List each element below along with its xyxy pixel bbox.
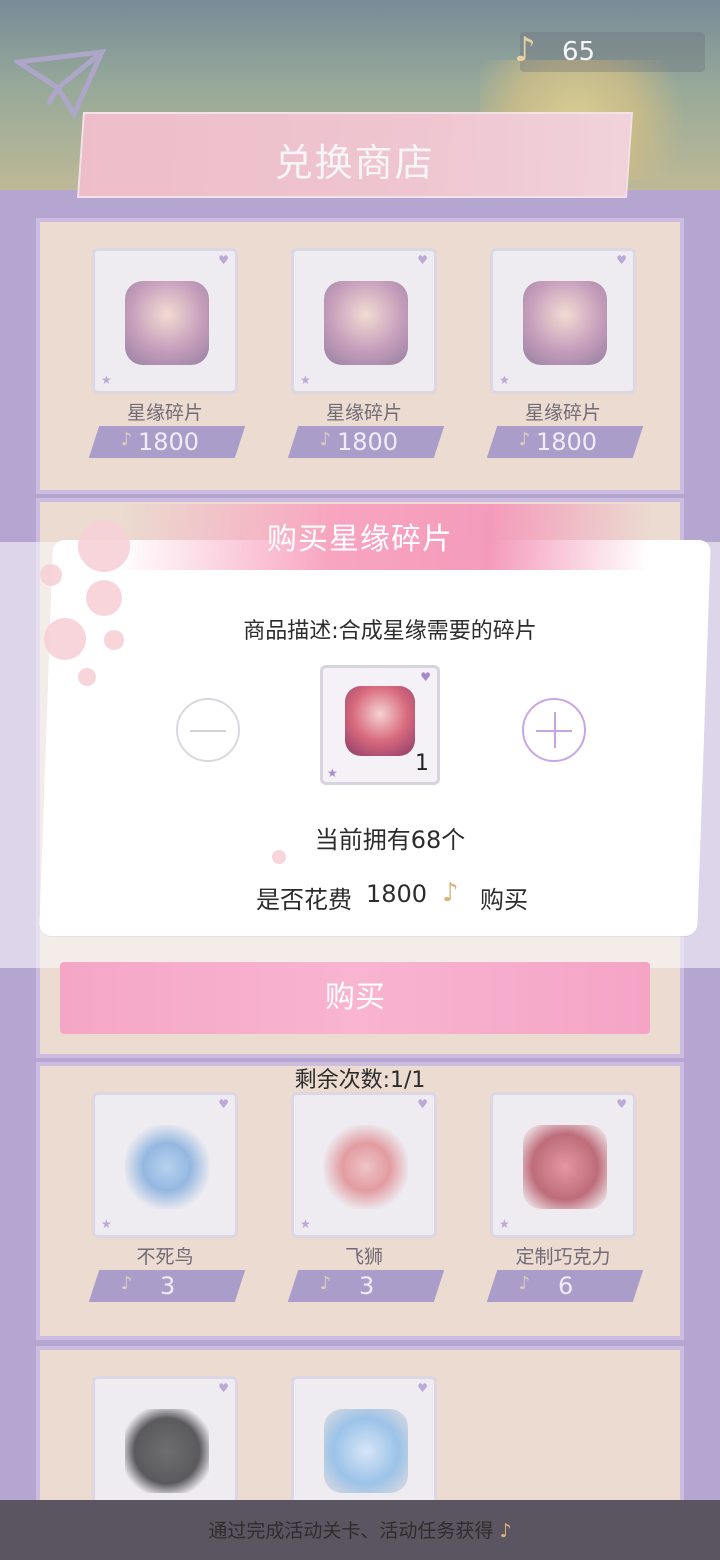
cost-value: 1800 [366, 880, 428, 908]
music-note-icon: ♪ [120, 429, 133, 450]
owned-count: 当前拥有68个 [314, 826, 466, 854]
item-card: ♥ ★ [92, 1092, 238, 1238]
price-value: 1800 [536, 428, 598, 456]
remaining-count: 剩余次数:1/1 [294, 1068, 426, 1093]
shop-row-4: ♥ ♥ [36, 1346, 684, 1522]
chocolate-box-icon [523, 1125, 607, 1209]
item-name: 星缘碎片 [524, 402, 601, 424]
item-card: ♥ ★ [92, 248, 238, 394]
cost-suffix: 购买 [480, 886, 528, 914]
heart-icon: ♥ [420, 670, 431, 684]
music-note-icon: ♪ [518, 1273, 531, 1294]
star-icon: ★ [101, 1217, 112, 1231]
item-name: 星缘碎片 [325, 402, 402, 424]
heart-icon: ♥ [417, 1097, 428, 1111]
item-card: ♥ ★ [490, 1092, 636, 1238]
quantity-value: 1 [415, 751, 429, 776]
shop-row-3: ♥ ★ 不死鸟 ♪ 3 ♥ ★ 飞狮 ♪ 3 ♥ ★ 定制巧克力 ♪ 6 [36, 1062, 684, 1340]
star-icon: ★ [499, 373, 510, 387]
phoenix-icon [125, 1125, 209, 1209]
item-card: ♥ ★ [490, 248, 636, 394]
winged-lion-icon [324, 1125, 408, 1209]
star-fragment-icon [345, 686, 415, 756]
footer-bar: 通过完成活动关卡、活动任务获得 ♪ [0, 1500, 720, 1560]
price-tag: ♪ 1800 [287, 426, 445, 458]
shop-title-banner: 兑换商店 [76, 112, 634, 198]
heart-icon: ♥ [616, 1097, 627, 1111]
star-icon: ★ [101, 373, 112, 387]
cherry-blossom-icon [86, 580, 122, 616]
music-note-icon: ♪ [499, 1520, 512, 1542]
shop-row-1: ♥ ★ 星缘碎片 ♪ 1800 ♥ ★ 星缘碎片 ♪ 1800 ♥ ★ 星缘碎片… [36, 218, 684, 494]
price-value: 1800 [337, 428, 399, 456]
star-icon: ★ [499, 1217, 510, 1231]
price-tag: ♪ 6 [486, 1270, 644, 1302]
currency-value: 65 [562, 37, 596, 67]
heart-icon: ♥ [417, 253, 428, 267]
price-value: 3 [359, 1272, 375, 1300]
star-fragment-icon [125, 281, 209, 365]
price-tag: ♪ 1800 [486, 426, 644, 458]
music-note-icon: ♪ [319, 1273, 332, 1294]
increase-quantity-button[interactable] [522, 698, 586, 762]
price-value: 3 [160, 1272, 176, 1300]
cherry-blossom-icon [78, 520, 130, 572]
heart-icon: ♥ [218, 1097, 229, 1111]
music-note-icon: ♪ [120, 1273, 133, 1294]
selected-item-card: ♥ ★ 1 [320, 665, 440, 785]
price-tag: ♪ 3 [287, 1270, 445, 1302]
decrease-quantity-button[interactable] [176, 698, 240, 762]
item-name: 飞狮 [344, 1246, 383, 1268]
star-icon: ★ [327, 766, 338, 780]
music-note-icon: ♪ [518, 429, 531, 450]
item-name: 星缘碎片 [126, 402, 203, 424]
heart-icon: ♥ [417, 1381, 428, 1395]
price-tag: ♪ 3 [88, 1270, 246, 1302]
heart-icon: ♥ [616, 253, 627, 267]
music-note-icon: ♪ [319, 429, 332, 450]
item-name: 定制巧克力 [515, 1246, 611, 1268]
petal-icon [78, 668, 96, 686]
buy-button[interactable]: 购买 [60, 962, 650, 1034]
currency-display: ♪ 65 [514, 30, 705, 72]
item-card: ♥ ★ [291, 1092, 437, 1238]
paper-plane-back-icon[interactable] [14, 48, 106, 118]
star-fragment-icon [523, 281, 607, 365]
music-note-icon: ♪ [442, 878, 459, 908]
item-name: 不死鸟 [136, 1246, 194, 1268]
camera-icon [125, 1409, 209, 1493]
heart-icon: ♥ [218, 1381, 229, 1395]
star-fragment-icon [324, 281, 408, 365]
star-icon: ★ [300, 1217, 311, 1231]
minus-icon [190, 730, 226, 732]
gem-ring-icon [324, 1409, 408, 1493]
cost-prefix: 是否花费 [256, 886, 352, 914]
price-tag: ♪ 1800 [88, 426, 246, 458]
star-icon: ★ [300, 373, 311, 387]
footer-hint-text: 通过完成活动关卡、活动任务获得 [208, 1520, 494, 1542]
heart-icon: ♥ [218, 253, 229, 267]
music-note-icon: ♪ [514, 30, 536, 70]
price-value: 6 [558, 1272, 574, 1300]
plus-icon-stem [554, 712, 556, 748]
price-value: 1800 [138, 428, 200, 456]
petal-icon [40, 564, 62, 586]
item-description: 商品描述:合成星缘需要的碎片 [243, 619, 537, 644]
item-card: ♥ ★ [291, 248, 437, 394]
footer-hint: 通过完成活动关卡、活动任务获得 ♪ [0, 1516, 720, 1543]
page-title: 兑换商店 [274, 141, 435, 185]
